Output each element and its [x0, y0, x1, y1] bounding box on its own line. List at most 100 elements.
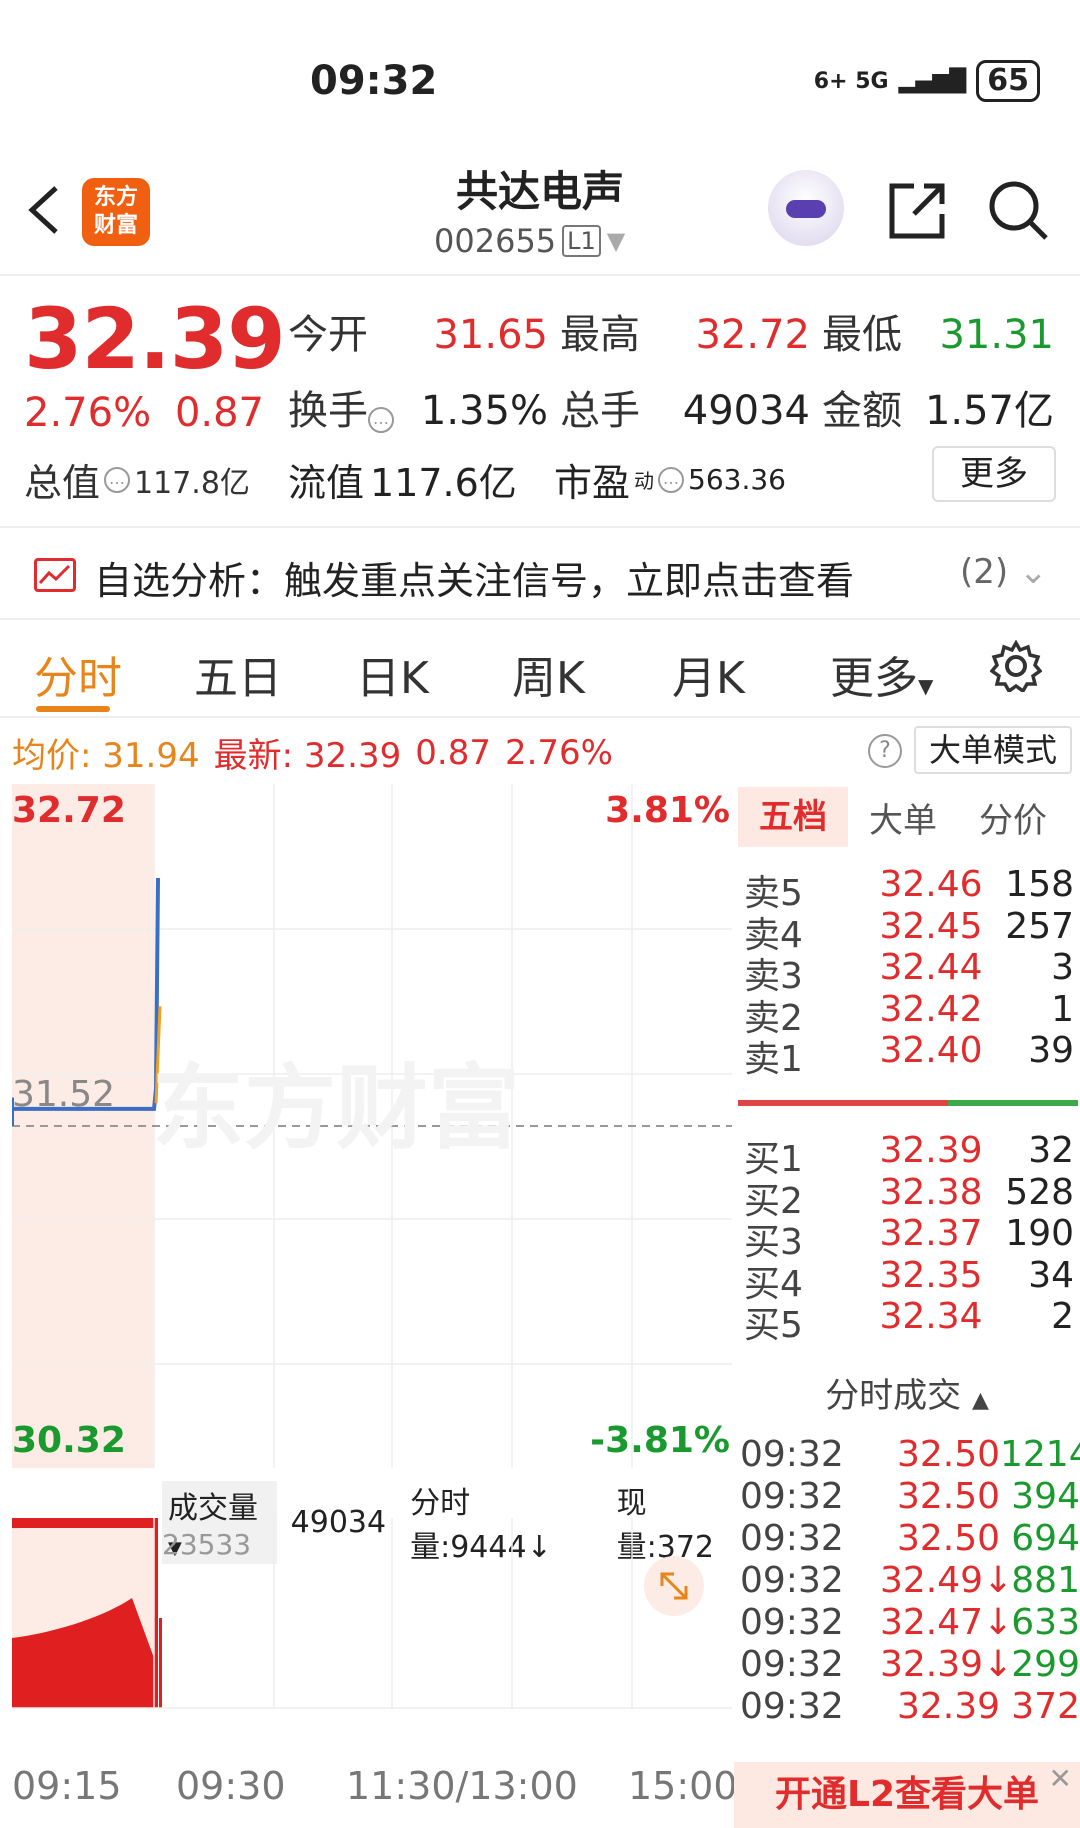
float-cap-value: 117.6亿 [370, 461, 517, 505]
status-time: 09:32 [310, 58, 438, 104]
battery-icon: 65 [976, 60, 1040, 102]
chart-tabs: 分时 五日 日K 周K 月K 更多▼ [0, 634, 1080, 718]
volume-value: 49034 [682, 388, 810, 434]
trade-price: 32.39 [896, 1686, 1000, 1727]
trade-time: 09:32 [740, 1518, 844, 1559]
tab-level5[interactable]: 五档 [738, 787, 848, 847]
signal-count-value: (2) [960, 552, 1009, 592]
trade-price: 32.50 [896, 1518, 1000, 1559]
volume-max-label: 23533 [162, 1528, 252, 1561]
volume-bars [12, 1518, 162, 1708]
search-icon[interactable] [986, 178, 1052, 244]
tab-more[interactable]: 更多▼ [830, 642, 933, 706]
tab-five-day[interactable]: 五日 [194, 642, 282, 706]
trade-price: 32.47↓ [880, 1602, 1014, 1643]
pe-value: 563.36 [688, 463, 786, 496]
amount-value: 1.57亿 [924, 388, 1054, 434]
tab-day-k[interactable]: 日K [356, 642, 429, 706]
bid-ask-ratio-bar [738, 1100, 1078, 1106]
high-label: 最高 [560, 312, 640, 358]
trades-title-label: 分时成交 [825, 1376, 962, 1416]
trade-price: 32.50 [896, 1476, 1000, 1517]
time-tick: 11:30/13:00 [346, 1764, 578, 1808]
ask-ratio [738, 1100, 948, 1106]
signal-text: 自选分析：触发重点关注信号，立即点击查看 [94, 559, 855, 603]
trade-time: 09:32 [740, 1434, 844, 1475]
close-icon[interactable]: ✕ [1049, 1764, 1072, 1794]
trade-volume: 881 [1011, 1560, 1080, 1601]
gear-icon[interactable] [990, 640, 1042, 692]
caret-up-icon: ▲ [971, 1388, 989, 1413]
intraday-chart[interactable]: 32.72 31.52 30.32 3.81% -3.81% 东方财富 [12, 784, 732, 1468]
caret-down-icon: ▼ [918, 674, 934, 698]
order-book-tabs: 五档 大单 分价 [738, 784, 1080, 850]
quote-row-2: 换手 … 1.35% 总手 49034 金额 1.57亿 [288, 378, 1058, 436]
help-icon[interactable]: ? [868, 734, 902, 768]
expand-icon[interactable] [644, 1556, 704, 1616]
level-badge: L1 [562, 225, 601, 257]
trade-row: 09:32 32.49↓ 881 [740, 1560, 1080, 1601]
more-quote-button[interactable]: 更多 [932, 446, 1056, 502]
bid-ratio [948, 1100, 1078, 1106]
total-cap: 总值 … 117.8亿 [24, 452, 250, 507]
volume-label: 总手 [560, 388, 640, 434]
l2-banner[interactable]: 开通L2查看大单 ✕ [734, 1762, 1080, 1828]
tab-price-dist[interactable]: 分价 [958, 793, 1068, 842]
info-icon[interactable]: … [658, 466, 685, 493]
stock-header: 东方 财富 共达电声 002655 L1 ▼ [0, 140, 1080, 276]
signal-banner[interactable]: 自选分析：触发重点关注信号，立即点击查看 (2) ⌄ [0, 526, 1080, 620]
bid-row[interactable]: 买5 32.34 2 [744, 1296, 1074, 1348]
latest-value: 32.39 [303, 736, 402, 776]
tab-underline [36, 706, 110, 712]
tab-week-k[interactable]: 周K [512, 642, 585, 706]
price-change: 2.76% 0.87 [24, 390, 264, 436]
low-label: 最低 [822, 312, 902, 358]
big-order-mode-button[interactable]: 大单模式 [914, 726, 1072, 774]
tab-big-orders[interactable]: 大单 [848, 793, 958, 842]
stock-code-selector[interactable]: 002655 L1 ▼ [434, 222, 625, 260]
network-icon: 6+ 5G [813, 68, 889, 94]
time-axis: 09:15 09:30 11:30/13:00 15:00 [12, 1764, 738, 1824]
trade-row: 09:32 32.39 372 [740, 1686, 1080, 1727]
ask-label: 卖1 [744, 1039, 803, 1080]
trades-title[interactable]: 分时成交 ▲ [734, 1368, 1080, 1417]
total-cap-label: 总值 [24, 461, 101, 505]
trade-volume: 1214 [1000, 1434, 1080, 1475]
pe-sup: 动 [634, 469, 655, 493]
trade-price: 32.49↓ [880, 1560, 1014, 1601]
time-tick: 15:00 [628, 1764, 738, 1808]
ai-assistant-icon[interactable] [768, 170, 844, 246]
pct-axis-top: 3.81% [605, 790, 730, 831]
trade-row: 09:32 32.39↓ 299 [740, 1644, 1080, 1685]
info-icon[interactable]: … [368, 407, 394, 433]
chart-signal-icon [34, 558, 76, 592]
latest-price: 最新: 32.39 [214, 728, 402, 777]
volume-chart[interactable]: 成交量 ▼ 49034 分时量:9444↓ 现量:372 23533 [12, 1468, 732, 1758]
ask-row[interactable]: 卖1 32.40 39 [744, 1030, 1074, 1082]
trade-row: 09:32 32.501214 [740, 1434, 1080, 1475]
chevron-down-icon: ▼ [606, 227, 626, 255]
open-label: 今开 [288, 312, 368, 358]
change-amount: 0.87 [174, 390, 264, 436]
tab-month-k[interactable]: 月K [672, 642, 745, 706]
trade-volume: 694 [1011, 1518, 1080, 1559]
tab-more-label: 更多 [830, 653, 918, 704]
share-icon[interactable] [884, 178, 950, 244]
info-icon[interactable]: … [104, 466, 131, 493]
turnover-label: 换手 [288, 388, 368, 434]
latest-pct: 2.76% [504, 732, 613, 773]
ask-price: 32.40 [879, 1030, 983, 1071]
float-cap-label: 流值 [288, 461, 365, 505]
time-tick: 09:15 [12, 1764, 122, 1808]
volume-bar [159, 1618, 162, 1708]
ask-volume: 39 [1028, 1030, 1075, 1071]
quote-row-1: 今开 31.65 最高 32.72 最低 31.31 [288, 302, 1058, 360]
y-axis-bottom: 30.32 [12, 1420, 126, 1461]
avg-label: 均价: [12, 736, 92, 776]
turnover-value: 1.35% [420, 388, 548, 434]
intraday-info-line: 均价: 31.94 最新: 32.39 0.87 2.76% [12, 728, 613, 777]
total-cap-value: 117.8亿 [134, 465, 250, 501]
tab-intraday[interactable]: 分时 [34, 642, 122, 706]
avg-value: 31.94 [102, 736, 200, 776]
y-axis-top: 32.72 [12, 790, 126, 831]
